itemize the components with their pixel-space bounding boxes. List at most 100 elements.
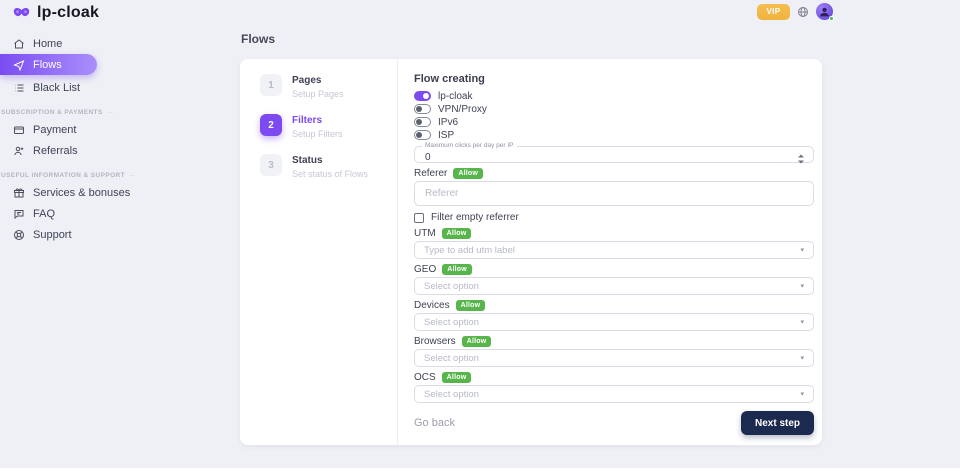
utm-label: UTM [414,228,436,239]
step-title: Pages [292,74,344,86]
credit-card-icon [13,124,25,136]
step-number: 2 [260,114,282,136]
globe-icon[interactable] [797,6,809,18]
header-actions: VIP [757,3,833,20]
browsers-label: Browsers [414,336,456,347]
devices-label: Devices [414,300,450,311]
toggle-label: VPN/Proxy [438,104,487,115]
ocs-placeholder: Select option [424,389,479,400]
chat-icon [13,208,25,220]
user-plus-icon [13,145,25,157]
toggle-label: lp-cloak [438,91,472,102]
ocs-label-row: OCS Allow [414,372,814,383]
utm-select[interactable]: Type to add utm label ▾ [414,241,814,259]
section-title: USEFUL INFORMATION & SUPPORT [1,172,125,179]
toggle-isp[interactable]: ISP [414,130,814,140]
step-number: 3 [260,154,282,176]
next-step-button[interactable]: Next step [741,411,814,435]
referer-input[interactable] [414,181,814,206]
step-filters[interactable]: 2 Filters Setup Filters [260,114,397,139]
sidebar: Home Flows Black List SUBSCRIPTION & PAY… [0,36,100,243]
list-icon [13,82,25,94]
toggle-label: ISP [438,130,454,141]
step-number: 1 [260,74,282,96]
geo-select[interactable]: Select option ▾ [414,277,814,295]
home-icon [13,38,25,50]
sidebar-item-payment[interactable]: Payment [0,122,100,138]
chevron-down-icon: ▾ [800,247,804,254]
step-subtitle: Setup Filters [292,129,343,139]
stepper-icon[interactable] [797,152,805,170]
form-footer: Go back Next step [414,411,814,435]
vip-button[interactable]: VIP [757,4,790,20]
sidebar-item-services-bonuses[interactable]: Services & bonuses [0,185,100,201]
max-clicks-label: Maximum clicks per day per IP [422,143,517,150]
geo-allow-badge[interactable]: Allow [442,264,472,275]
browsers-select[interactable]: Select option ▾ [414,349,814,367]
section-divider [107,112,113,113]
logo-text: lp-cloak [37,4,99,22]
ocs-label: OCS [414,372,436,383]
geo-label: GEO [414,264,436,275]
browsers-placeholder: Select option [424,353,479,364]
filters-form: Flow creating lp-cloak VPN/Proxy IPv6 IS… [398,59,822,445]
sidebar-section-support: USEFUL INFORMATION & SUPPORT [0,172,100,179]
avatar[interactable] [816,3,833,20]
sidebar-section-subscription: SUBSCRIPTION & PAYMENTS [0,109,100,116]
sidebar-item-label: FAQ [33,208,55,220]
devices-placeholder: Select option [424,317,479,328]
referer-label: Referer [414,168,447,179]
filter-empty-referrer-row[interactable]: Filter empty referrer [414,212,814,223]
sidebar-item-flows[interactable]: Flows [0,54,97,75]
bottom-strip [0,468,960,475]
checkbox-label: Filter empty referrer [431,212,519,223]
sidebar-item-home[interactable]: Home [0,36,100,52]
browsers-label-row: Browsers Allow [414,336,814,347]
devices-select[interactable]: Select option ▾ [414,313,814,331]
chevron-down-icon: ▾ [800,391,804,398]
filter-empty-referrer-checkbox[interactable] [414,213,424,223]
toggle-switch[interactable] [414,130,431,140]
max-clicks-field[interactable]: Maximum clicks per day per IP 0 [414,143,814,163]
chevron-down-icon: ▾ [800,319,804,326]
toggle-label: IPv6 [438,117,458,128]
flows-icon [13,59,25,71]
browsers-allow-badge[interactable]: Allow [462,336,492,347]
ocs-allow-badge[interactable]: Allow [442,372,472,383]
sidebar-item-faq[interactable]: FAQ [0,206,100,222]
step-status[interactable]: 3 Status Set status of Flows [260,154,397,179]
utm-placeholder: Type to add utm label [424,245,515,256]
logo[interactable]: lp-cloak [12,4,99,22]
flow-creation-card: 1 Pages Setup Pages 2 Filters Setup Filt… [240,59,822,445]
toggle-switch[interactable] [414,117,431,127]
toggle-switch[interactable] [414,104,431,114]
toggle-lp-cloak[interactable]: lp-cloak [414,91,814,101]
gift-icon [13,187,25,199]
ocs-select[interactable]: Select option ▾ [414,385,814,403]
main-content: Flows 1 Pages Setup Pages 2 Filters Setu… [240,32,823,445]
sidebar-item-support[interactable]: Support [0,227,100,243]
sidebar-item-label: Services & bonuses [33,187,130,199]
sidebar-item-label: Black List [33,82,80,94]
geo-placeholder: Select option [424,281,479,292]
referer-allow-badge[interactable]: Allow [453,168,483,179]
sidebar-item-label: Referrals [33,145,78,157]
sidebar-item-referrals[interactable]: Referrals [0,143,100,159]
toggle-ipv6[interactable]: IPv6 [414,117,814,127]
toggle-switch[interactable] [414,91,431,101]
mask-logo-icon [12,5,31,21]
section-title: SUBSCRIPTION & PAYMENTS [1,109,103,116]
sidebar-item-black-list[interactable]: Black List [0,80,100,96]
chevron-down-icon: ▾ [800,355,804,362]
sidebar-item-label: Flows [33,59,62,71]
toggle-vpn-proxy[interactable]: VPN/Proxy [414,104,814,114]
devices-label-row: Devices Allow [414,300,814,311]
go-back-button[interactable]: Go back [414,417,455,429]
sidebar-item-label: Payment [33,124,76,136]
step-title: Filters [292,114,343,126]
step-subtitle: Set status of Flows [292,169,368,179]
utm-allow-badge[interactable]: Allow [442,228,472,239]
step-pages[interactable]: 1 Pages Setup Pages [260,74,397,99]
step-subtitle: Setup Pages [292,89,344,99]
devices-allow-badge[interactable]: Allow [456,300,486,311]
